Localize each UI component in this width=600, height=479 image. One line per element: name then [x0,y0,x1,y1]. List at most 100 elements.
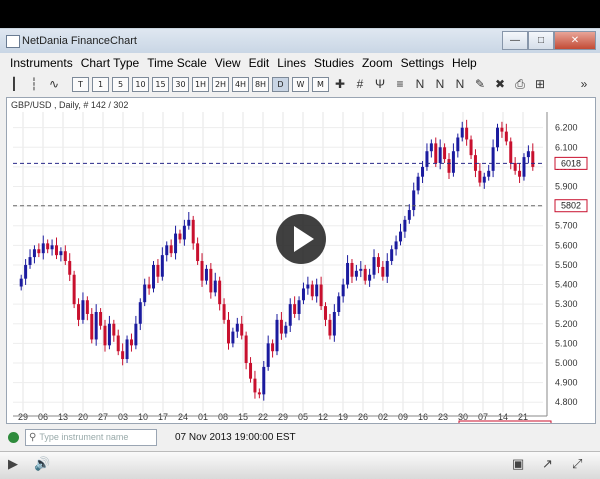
x-tick-label: 19 [338,412,348,422]
candle-body [407,210,411,220]
window-title: NetDania FinanceChart [22,35,137,47]
candle-body [174,233,178,254]
grid-icon[interactable]: # [352,77,368,92]
candle-body [165,245,169,256]
x-tick-label: 08 [218,412,228,422]
candle-body [200,261,204,281]
pitchfork-icon[interactable]: Ψ [372,77,388,92]
candle-body [297,300,301,314]
candle-body [121,351,125,360]
menu-item-help[interactable]: Help [448,54,481,72]
candlestick-chart-icon[interactable]: ┃ [6,77,22,92]
play-icon [293,226,314,252]
timescale-button-1h[interactable]: 1H [192,76,209,92]
candle-body [500,127,504,132]
candle-body [147,284,151,289]
maximize-icon[interactable]: □ [528,31,554,50]
timescale-button-2h[interactable]: 2H [212,76,229,92]
candle-body [129,339,133,346]
timescale-button-5[interactable]: 5 [112,76,129,92]
crosshair-icon[interactable]: ✚ [332,77,348,92]
video-player-bar: ▶ 🔊 ▣ ↗ ⤢ [0,451,600,479]
candle-body [77,304,81,320]
candle-body [138,302,142,324]
fullscreen-icon[interactable]: ⤢ [572,456,582,472]
minimize-icon[interactable]: — [502,31,528,50]
channel-icon[interactable]: N [432,77,448,92]
candle-body [478,170,482,183]
candle-body [156,264,160,277]
y-tick-label: 5.100 [555,338,578,348]
y-tick-label: 5.500 [555,260,578,270]
timescale-button-1[interactable]: 1 [92,76,109,92]
candle-body [178,233,182,240]
menu-item-time-scale[interactable]: Time Scale [143,54,211,72]
timescale-button-4h[interactable]: 4H [232,76,249,92]
candle-body [491,147,495,171]
candle-body [28,257,32,265]
candle-body [54,245,58,256]
x-tick-label: 12 [318,412,328,422]
pen-icon[interactable]: ✎ [472,77,488,92]
bar-chart-icon[interactable]: ┆ [26,77,42,92]
wave-icon[interactable]: N [452,77,468,92]
y-tick-label: 5.000 [555,358,578,368]
captions-icon[interactable]: ▣ [512,456,524,472]
y-tick-label: 4.800 [555,397,578,407]
instrument-search[interactable]: ⚲ Type instrument name [25,428,157,446]
timescale-button-30[interactable]: 30 [172,76,189,92]
menu-item-zoom[interactable]: Zoom [358,54,397,72]
chart-settings-icon[interactable]: ⊞ [532,77,548,92]
candle-body [465,127,469,140]
candle-body [385,261,389,277]
candle-body [103,325,107,346]
line-chart-icon[interactable]: ∿ [46,77,62,92]
timescale-button-t[interactable]: T [72,76,89,92]
play-button[interactable]: ▶ [8,456,18,472]
candle-body [447,159,451,173]
menu-item-studies[interactable]: Studies [310,54,358,72]
fibonacci-icon[interactable]: ≡ [392,77,408,92]
timescale-button-m[interactable]: M [312,76,329,92]
candle-body [279,319,283,334]
candle-body [143,284,147,303]
y-tick-label: 5.300 [555,299,578,309]
timescale-button-w[interactable]: W [292,76,309,92]
print-icon[interactable]: ⎙ [512,77,528,92]
menu-more-icon[interactable]: » [576,77,592,92]
timescale-button-8h[interactable]: 8H [252,76,269,92]
timescale-button-10[interactable]: 10 [132,76,149,92]
y-tick-label: 6.100 [555,142,578,152]
delete-icon[interactable]: ✖ [492,77,508,92]
title-bar: NetDania FinanceChart — □ ✕ [0,29,600,53]
share-icon[interactable]: ↗ [542,456,553,472]
candle-body [496,127,500,148]
candle-body [434,143,438,163]
candle-body [90,313,94,340]
candle-body [341,284,345,297]
x-tick-label: 29 [278,412,288,422]
candle-body [182,225,186,240]
candle-body [509,141,513,163]
menu-item-edit[interactable]: Edit [245,54,274,72]
x-tick-label: 24 [178,412,188,422]
search-icon: ⚲ [29,431,37,443]
close-icon[interactable]: ✕ [554,31,596,50]
menu-item-lines[interactable]: Lines [273,54,310,72]
timescale-button-15[interactable]: 15 [152,76,169,92]
candle-body [209,268,213,293]
candle-body [231,331,235,344]
candle-body [416,176,420,191]
menu-item-view[interactable]: View [211,54,245,72]
volume-icon[interactable]: 🔊 [34,456,50,472]
candle-body [262,366,266,395]
candle-body [94,312,98,340]
timescale-button-d[interactable]: D [272,76,289,92]
candle-body [337,296,341,312]
menu-item-settings[interactable]: Settings [397,54,448,72]
play-overlay-button[interactable] [276,214,326,264]
x-tick-label: 09 [398,412,408,422]
menu-item-instruments[interactable]: Instruments [6,54,77,72]
menu-item-chart-type[interactable]: Chart Type [77,54,143,72]
trendline-icon[interactable]: N [412,77,428,92]
